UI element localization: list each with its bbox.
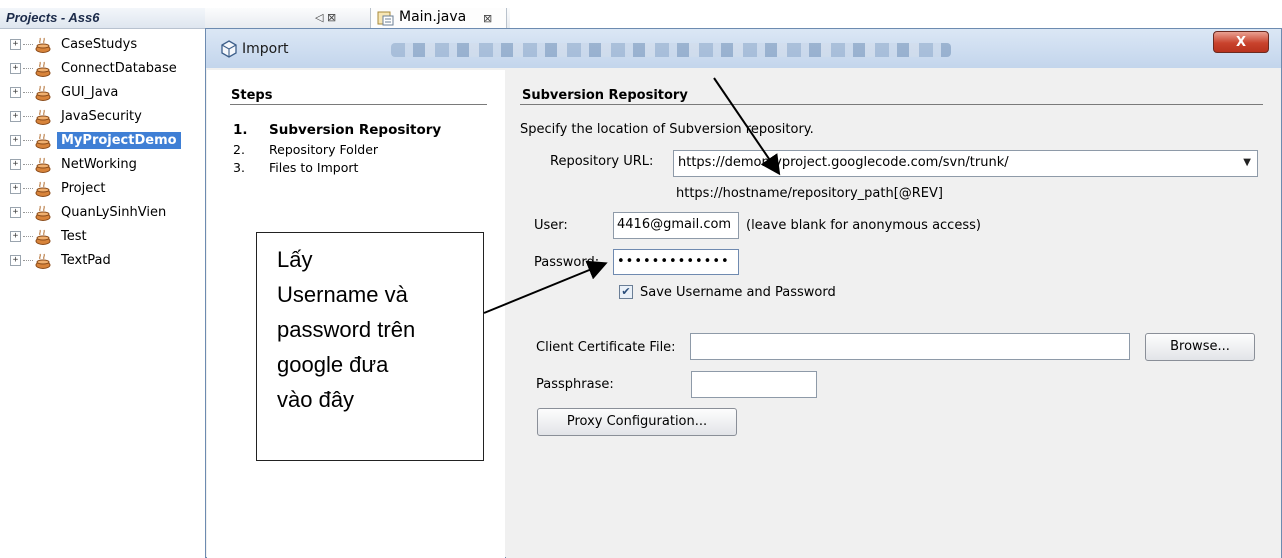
arrow-to-credentials	[483, 260, 608, 314]
annotation-arrows	[483, 77, 781, 314]
arrow-to-url	[713, 77, 781, 176]
